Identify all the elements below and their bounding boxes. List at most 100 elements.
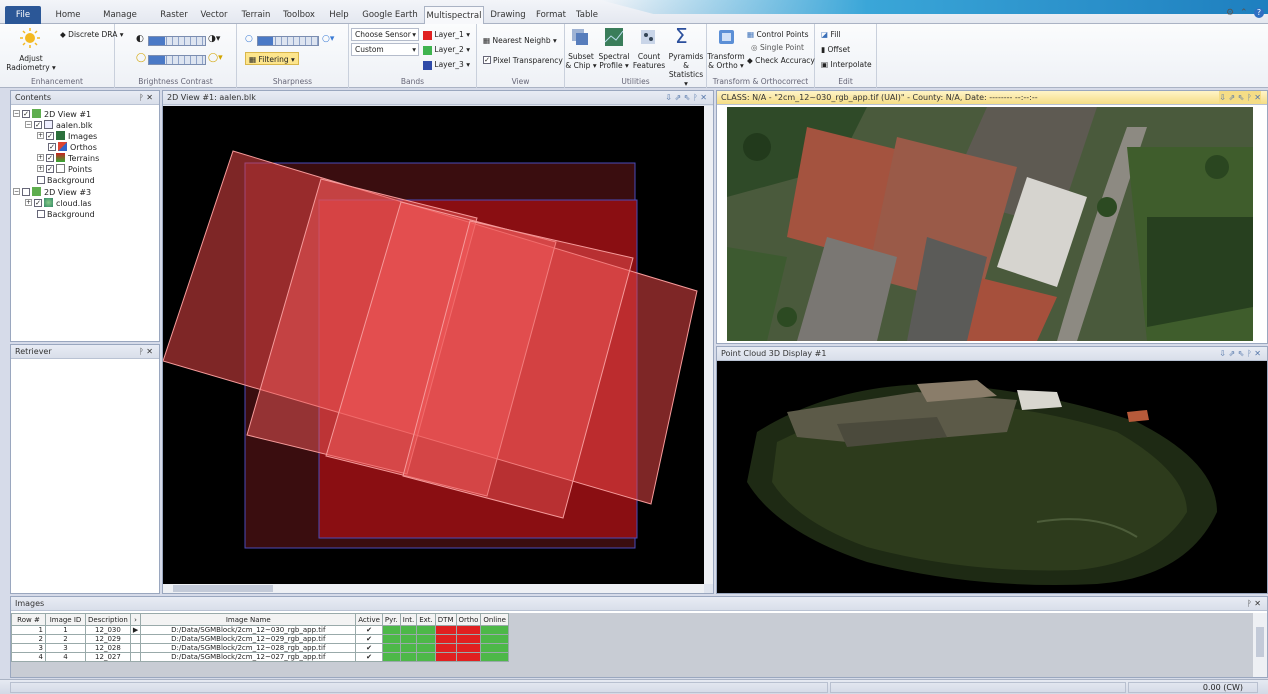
custom-select[interactable]: Custom ▾ [351,43,419,56]
view-toolbar-icons[interactable]: ⇩ ⇗ ⇖ ᚹ ✕ [665,91,707,105]
layer1-select[interactable]: Layer_1 ▾ [423,28,470,41]
col-ext[interactable]: Ext. [416,613,436,626]
tree-item-orthos[interactable]: ✓ Orthos [48,142,97,153]
tab-vector[interactable]: Vector [198,6,230,24]
points-checkbox[interactable]: ✓ [46,164,54,173]
brightness-max-icon[interactable]: ◯▾ [208,53,223,63]
background-checkbox[interactable] [37,175,45,184]
tree-item-view3[interactable]: − 2D View #3 [13,187,91,198]
tab-multispectral[interactable]: Multispectral [424,6,484,25]
collapse-ribbon-icon[interactable]: ⌃ [1240,8,1248,18]
pin-close-icon[interactable]: ᚹ ✕ [139,91,153,105]
tree-item-aalen[interactable]: − ✓ aalen.blk [25,120,93,131]
col-online[interactable]: Online [480,613,509,626]
aalen-checkbox[interactable]: ✓ [34,120,42,129]
tree-item-background[interactable]: Background [37,175,95,186]
settings-icon[interactable]: ⚙ [1226,8,1234,18]
table-row[interactable]: 1 1 12_030 ▶ D:/Data/SGMBlock/2cm_12~030_rgb… [11,625,509,635]
brightness-slider[interactable] [148,55,206,65]
table-row[interactable]: 2 2 12_029 D:/Data/SGMBlock/2cm_12~029_rgb_… [11,634,509,644]
view1-checkbox[interactable]: ✓ [22,109,30,118]
expand-icon[interactable]: + [37,132,44,139]
discrete-dra-button[interactable]: ◆ Discrete DRA ▾ [60,28,124,41]
contrast-max-icon[interactable]: ◑▾ [208,34,220,44]
view3-checkbox[interactable] [22,187,30,196]
tab-raster[interactable]: Raster [156,6,192,24]
col-image-name[interactable]: Image Name [140,613,357,626]
resample-select[interactable]: ▦ Nearest Neighb ▾ [483,34,557,47]
horizontal-scrollbar[interactable] [163,584,704,593]
check-accuracy-button[interactable]: ◆ Check Accuracy [747,54,815,67]
tab-google-earth[interactable]: Google Earth [362,6,418,24]
collapse-icon[interactable]: − [25,121,32,128]
tree-item-images[interactable]: + ✓ Images [37,131,97,142]
tree-item-view1[interactable]: − ✓ 2D View #1 [13,109,91,120]
tree-item-terrains[interactable]: + ✓ Terrains [37,153,99,164]
adjust-radiometry-button[interactable]: Adjust Radiometry ▾ [2,54,60,72]
table-row[interactable]: 4 4 12_027 D:/Data/SGMBlock/2cm_12~027_rgb_… [11,652,509,662]
view-toolbar-icons[interactable]: ⇩ ⇗ ⇖ ᚹ ✕ [1219,347,1261,361]
tab-terrain[interactable]: Terrain [238,6,274,24]
collapse-icon[interactable]: − [13,188,20,195]
orthos-checkbox[interactable]: ✓ [48,142,56,151]
table-row[interactable]: 3 3 12_028 D:/Data/SGMBlock/2cm_12~028_rgb_… [11,643,509,653]
view2d-canvas[interactable] [163,106,704,584]
tab-format[interactable]: Format [536,6,566,24]
fill-button[interactable]: ◪ Fill [821,28,841,41]
subset-chip-button[interactable]: Subset & Chip ▾ [565,52,597,70]
tab-manage-data[interactable]: Manage Data [92,6,148,38]
pixel-transparency-checkbox[interactable]: ✓ Pixel Transparency [483,54,563,67]
pin-close-icon[interactable]: ᚹ ✕ [1247,597,1261,611]
tab-drawing[interactable]: Drawing [490,6,526,24]
count-features-button[interactable]: Count Features [631,52,667,70]
spectral-profile-button[interactable]: Spectral Profile ▾ [597,52,631,70]
offset-button[interactable]: ▮ Offset [821,43,850,56]
col-int[interactable]: Int. [399,613,418,626]
help-icon[interactable]: ? [1254,8,1264,18]
col-row[interactable]: Row # [11,613,46,626]
active-check-icon[interactable]: ✔ [355,625,383,635]
expand-icon[interactable]: + [25,199,32,206]
active-check-icon[interactable]: ✔ [355,634,383,644]
background2-checkbox[interactable] [37,209,45,218]
tree-item-points[interactable]: + ✓ Points [37,164,92,175]
col-dtm[interactable]: DTM [434,613,457,626]
tab-home[interactable]: Home [52,6,84,24]
expand-icon[interactable]: + [37,154,44,161]
collapse-icon[interactable]: − [13,110,20,117]
sharpness-slider[interactable] [257,36,319,46]
tab-toolbox[interactable]: Toolbox [280,6,318,24]
images-vertical-scrollbar[interactable] [1253,613,1267,677]
terrains-checkbox[interactable]: ✓ [46,153,54,162]
aerial-image[interactable] [727,107,1253,341]
layer3-select[interactable]: Layer_3 ▾ [423,58,470,71]
col-ortho[interactable]: Ortho [455,613,482,626]
pin-close-icon[interactable]: ᚹ ✕ [139,345,153,359]
single-point-button[interactable]: ◎ Single Point [751,41,804,54]
sharpness-high-icon[interactable]: ○▾ [322,34,334,44]
vertical-scrollbar[interactable] [704,106,713,584]
choose-sensor-select[interactable]: Choose Sensor ▾ [351,28,419,41]
control-points-button[interactable]: ▦ Control Points [747,28,809,41]
col-pyr[interactable]: Pyr. [381,613,401,626]
expand-icon[interactable]: + [37,165,44,172]
layer2-select[interactable]: Layer_2 ▾ [423,43,470,56]
col-description[interactable]: Description [85,613,131,626]
active-check-icon[interactable]: ✔ [355,643,383,653]
interpolate-button[interactable]: ▣ Interpolate [821,58,872,71]
images-checkbox[interactable]: ✓ [46,131,54,140]
contrast-slider[interactable] [148,36,206,46]
cloud-checkbox[interactable]: ✓ [34,198,42,207]
tree-item-background2[interactable]: Background [37,209,95,220]
transform-ortho-button[interactable]: Transform & Ortho ▾ [707,52,745,70]
col-image-id[interactable]: Image ID [45,613,86,626]
tab-help[interactable]: Help [326,6,352,24]
tab-file[interactable]: File [5,6,41,24]
col-expand[interactable]: › [129,613,142,626]
col-active[interactable]: Active [355,613,383,626]
view-toolbar-icons[interactable]: ⇩ ⇗ ⇖ ᚹ ✕ [1219,91,1261,104]
point-cloud-canvas[interactable] [717,362,1267,593]
tab-table[interactable]: Table [574,6,600,24]
tree-item-cloud[interactable]: + ✓ cloud.las [25,198,92,209]
active-check-icon[interactable]: ✔ [355,652,383,662]
